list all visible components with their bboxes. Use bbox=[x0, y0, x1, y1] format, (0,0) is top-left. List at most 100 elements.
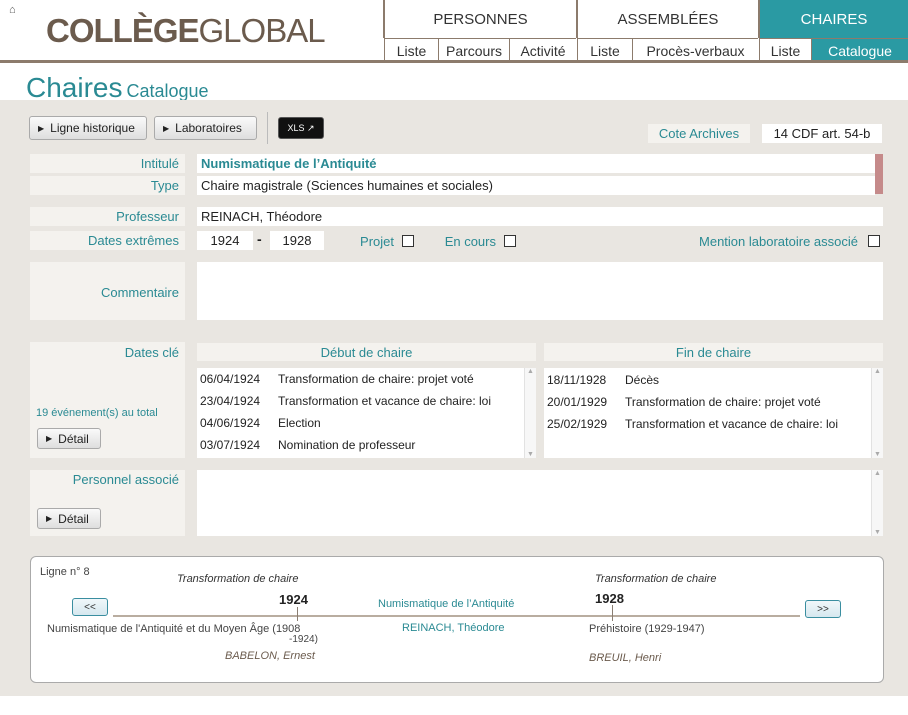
toolbar-separator bbox=[267, 112, 268, 144]
list-item[interactable]: 18/11/1928 Décès bbox=[544, 369, 883, 391]
commentaire-label: Commentaire bbox=[100, 285, 179, 300]
personnel-scrollbar[interactable]: ▲ ▼ bbox=[871, 470, 883, 536]
date-separator: - bbox=[257, 231, 262, 247]
projet-checkbox[interactable] bbox=[402, 235, 414, 247]
triangle-right-icon: ▶ bbox=[163, 123, 170, 133]
scroll-up-icon[interactable]: ▲ bbox=[872, 470, 883, 477]
date-end-field[interactable]: 1928 bbox=[270, 231, 324, 250]
list-item[interactable]: 25/02/1929 Transformation et vacance de c… bbox=[544, 413, 883, 435]
dates-extremes-label: Dates extrêmes bbox=[30, 231, 185, 250]
right-event-label: Transformation de chaire bbox=[595, 573, 717, 585]
dates-cle-label: Dates clé bbox=[124, 345, 179, 360]
logo[interactable]: COLLÈGEGLOBAL bbox=[46, 12, 326, 50]
record-marker bbox=[875, 154, 883, 194]
list-item[interactable]: 06/04/1924 Transformation de chaire: proj… bbox=[197, 368, 536, 390]
cote-archives-value: 14 CDF art. 54-b bbox=[762, 124, 882, 143]
triangle-right-icon: ▶ bbox=[46, 514, 53, 523]
fin-scrollbar[interactable]: ▲ ▼ bbox=[871, 368, 883, 458]
page-title-main: Chaires bbox=[26, 72, 123, 103]
event-date: 04/06/1924 bbox=[200, 416, 261, 430]
en-cours-label: En cours bbox=[444, 234, 496, 249]
personnel-list[interactable] bbox=[197, 470, 883, 536]
professeur-label: Professeur bbox=[30, 207, 185, 226]
left-event-label: Transformation de chaire bbox=[177, 573, 299, 585]
nav-personnes-activite[interactable]: Activité bbox=[509, 38, 576, 62]
dates-detail-button[interactable]: ▶ Détail bbox=[37, 428, 101, 449]
professeur-field[interactable]: REINACH, Théodore bbox=[197, 207, 883, 226]
event-name: Election bbox=[278, 416, 321, 430]
type-label: Type bbox=[30, 176, 185, 195]
center-person: REINACH, Théodore bbox=[402, 622, 505, 634]
timeline-tick-left bbox=[297, 607, 298, 621]
projet-label: Projet bbox=[360, 234, 394, 249]
header-rule bbox=[0, 60, 908, 63]
nav-chaires-catalogue[interactable]: Catalogue bbox=[811, 38, 908, 62]
fin-header: Fin de chaire bbox=[544, 343, 883, 361]
nav-assemblees-proces-verbaux[interactable]: Procès-verbaux bbox=[632, 38, 758, 62]
scroll-up-icon[interactable]: ▲ bbox=[872, 368, 883, 375]
timeline-prev-button[interactable]: << bbox=[72, 598, 108, 616]
triangle-right-icon: ▶ bbox=[38, 123, 45, 133]
left-chair: Numismatique de l'Antiquité et du Moyen … bbox=[47, 623, 301, 635]
event-name: Transformation et vacance de chaire: loi bbox=[625, 417, 838, 431]
event-name: Décès bbox=[625, 373, 660, 387]
event-count: 19 événement(s) au total bbox=[36, 407, 158, 419]
event-date: 03/07/1924 bbox=[200, 438, 261, 452]
intitule-field[interactable]: Numismatique de l’Antiquité bbox=[197, 154, 875, 173]
dates-detail-label: Détail bbox=[58, 431, 89, 446]
triangle-right-icon: ▶ bbox=[46, 434, 53, 443]
list-item[interactable]: 04/06/1924 Election bbox=[197, 412, 536, 434]
logo-bold: COLLÈGE bbox=[46, 12, 200, 49]
scroll-down-icon[interactable]: ▼ bbox=[872, 451, 883, 458]
home-icon[interactable]: ⌂ bbox=[9, 4, 19, 16]
scroll-down-icon[interactable]: ▼ bbox=[525, 451, 536, 458]
event-name: Transformation de chaire: projet voté bbox=[278, 372, 474, 386]
list-item[interactable]: 23/04/1924 Transformation et vacance de c… bbox=[197, 390, 536, 412]
right-chair: Préhistoire (1929-1947) bbox=[589, 623, 705, 635]
laboratoires-label: Laboratoires bbox=[175, 121, 242, 135]
list-item[interactable]: 03/07/1924 Nomination de professeur bbox=[197, 434, 536, 456]
logo-light: GLOBAL bbox=[198, 12, 326, 49]
nav-chaires[interactable]: CHAIRES bbox=[758, 0, 908, 38]
nav-chaires-liste[interactable]: Liste bbox=[759, 38, 811, 62]
date-start-field[interactable]: 1924 bbox=[197, 231, 253, 250]
ligne-number: Ligne n° 8 bbox=[40, 566, 90, 578]
timeline-panel bbox=[30, 556, 884, 683]
event-date: 25/02/1929 bbox=[547, 417, 608, 431]
timeline-next-button[interactable]: >> bbox=[805, 600, 841, 618]
right-person: BREUIL, Henri bbox=[589, 652, 662, 664]
event-name: Nomination de professeur bbox=[278, 438, 416, 452]
scroll-up-icon[interactable]: ▲ bbox=[525, 368, 536, 375]
cote-archives-label: Cote Archives bbox=[648, 124, 750, 143]
personnel-detail-label: Détail bbox=[58, 511, 89, 526]
center-chair: Numismatique de l’Antiquité bbox=[378, 598, 515, 610]
xls-export-button[interactable]: XLS ↗ bbox=[278, 117, 324, 139]
event-date: 06/04/1924 bbox=[200, 372, 261, 386]
nav-personnes-liste[interactable]: Liste bbox=[384, 38, 438, 62]
list-item[interactable]: 20/01/1929 Transformation de chaire: proj… bbox=[544, 391, 883, 413]
event-date: 23/04/1924 bbox=[200, 394, 261, 408]
debut-scrollbar[interactable]: ▲ ▼ bbox=[524, 368, 536, 458]
intitule-label: Intitulé bbox=[30, 154, 185, 173]
debut-list[interactable]: 06/04/1924 Transformation de chaire: proj… bbox=[197, 368, 536, 458]
nav-personnes-parcours[interactable]: Parcours bbox=[438, 38, 509, 62]
mention-labo-label: Mention laboratoire associé bbox=[699, 234, 858, 249]
page-subtitle: Catalogue bbox=[126, 81, 209, 101]
nav-assemblees-liste[interactable]: Liste bbox=[577, 38, 632, 62]
laboratoires-button[interactable]: ▶ Laboratoires bbox=[154, 116, 257, 140]
scroll-down-icon[interactable]: ▼ bbox=[872, 529, 883, 536]
personnel-detail-button[interactable]: ▶ Détail bbox=[37, 508, 101, 529]
event-name: Transformation de chaire: projet voté bbox=[625, 395, 821, 409]
right-year: 1928 bbox=[595, 591, 624, 606]
ligne-historique-button[interactable]: ▶ Ligne historique bbox=[29, 116, 147, 140]
timeline-axis bbox=[113, 615, 800, 617]
nav-assemblees[interactable]: ASSEMBLÉES bbox=[576, 0, 758, 38]
mention-labo-checkbox[interactable] bbox=[868, 235, 880, 247]
en-cours-checkbox[interactable] bbox=[504, 235, 516, 247]
ligne-historique-label: Ligne historique bbox=[50, 121, 135, 135]
event-name: Transformation et vacance de chaire: loi bbox=[278, 394, 491, 408]
nav-personnes[interactable]: PERSONNES bbox=[383, 0, 576, 38]
commentaire-field[interactable] bbox=[197, 262, 883, 320]
type-field[interactable]: Chaire magistrale (Sciences humaines et … bbox=[197, 176, 875, 195]
fin-list[interactable]: 18/11/1928 Décès 20/01/1929 Transformation… bbox=[544, 368, 883, 458]
